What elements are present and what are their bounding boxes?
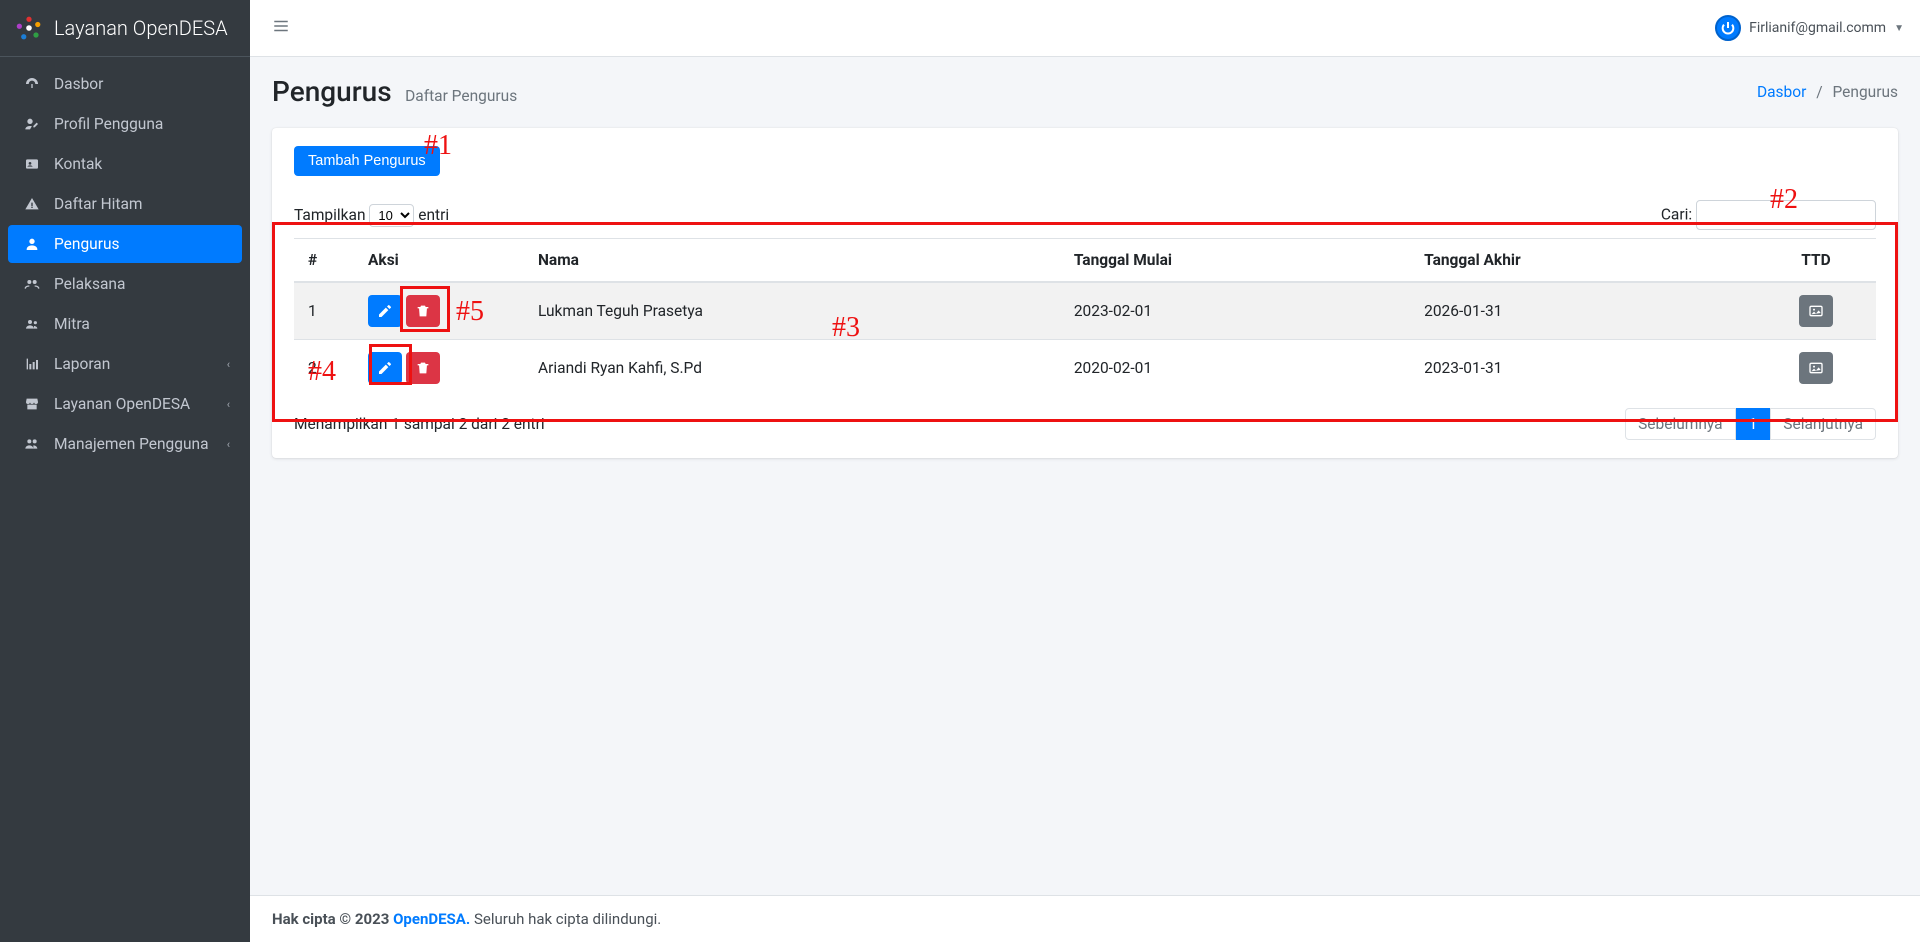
col-[interactable]: # [294, 239, 354, 283]
col-aksi[interactable]: Aksi [354, 239, 524, 283]
sidebar-item-label: Pelaksana [54, 275, 125, 293]
cell-ttd [1756, 282, 1876, 340]
brand-name: Layanan OpenDESA [54, 16, 228, 40]
brand[interactable]: Layanan OpenDESA [0, 0, 250, 57]
sidebar-item-label: Layanan OpenDESA [54, 395, 190, 413]
sidebar-item-label: Manajemen Pengguna [54, 435, 209, 453]
length-control: Tampilkan 10 entri [294, 204, 449, 227]
col-tanggalmulai[interactable]: Tanggal Mulai [1060, 239, 1410, 283]
table-row: 1 Lukman Teguh Prasetya2023-02-012026-01-… [294, 282, 1876, 340]
length-prefix: Tampilkan [294, 206, 366, 224]
pengurus-table: #AksiNamaTanggal MulaiTanggal AkhirTTD 1… [294, 238, 1876, 396]
store-icon [20, 396, 44, 412]
menu-toggle-icon[interactable] [266, 11, 296, 45]
length-suffix: entri [418, 206, 449, 224]
page-prev[interactable]: Sebelumnya [1625, 408, 1735, 440]
sidebar-item-label: Pengurus [54, 235, 120, 253]
page-title: Pengurus [272, 75, 392, 108]
footer-brand-link[interactable]: OpenDESA. [393, 910, 470, 928]
breadcrumb-root[interactable]: Dasbor [1757, 83, 1806, 101]
sidebar-item-manajemen-pengguna[interactable]: Manajemen Pengguna ‹ [8, 425, 242, 463]
cell-akhir: 2026-01-31 [1410, 282, 1756, 340]
sidebar-item-dasbor[interactable]: Dasbor [8, 65, 242, 103]
chart-icon [20, 356, 44, 372]
breadcrumb: Dasbor / Pengurus [1757, 83, 1898, 101]
sidebar-item-label: Daftar Hitam [54, 195, 143, 213]
search-control: Cari: [1661, 200, 1876, 230]
sidebar-item-profil-pengguna[interactable]: Profil Pengguna [8, 105, 242, 143]
warning-icon [20, 196, 44, 212]
cell-ttd [1756, 340, 1876, 397]
edit-button[interactable] [368, 352, 402, 384]
sidebar-item-label: Mitra [54, 315, 90, 333]
delete-button[interactable] [406, 352, 440, 384]
search-label: Cari: [1661, 206, 1692, 224]
cell-mulai: 2023-02-01 [1060, 282, 1410, 340]
cell-aksi [354, 340, 524, 397]
card-pengurus: Tambah Pengurus Tampilkan 10 entri Cari:… [272, 128, 1898, 458]
table-row: 2 Ariandi Ryan Kahfi, S.Pd2020-02-012023-… [294, 340, 1876, 397]
sidebar-item-layanan-opendesa[interactable]: Layanan OpenDESA ‹ [8, 385, 242, 423]
table-info: Menampilkan 1 sampai 2 dari 2 entri [294, 415, 545, 433]
cell-mulai: 2020-02-01 [1060, 340, 1410, 397]
cell-akhir: 2023-01-31 [1410, 340, 1756, 397]
group-icon [20, 276, 44, 292]
sidebar-item-label: Laporan [54, 355, 110, 373]
sidebar-item-daftar-hitam[interactable]: Daftar Hitam [8, 185, 242, 223]
dashboard-icon [20, 76, 44, 92]
col-tanggalakhir[interactable]: Tanggal Akhir [1410, 239, 1756, 283]
ttd-image-button[interactable] [1799, 295, 1833, 327]
chevron-left-icon: ‹ [227, 398, 230, 411]
add-pengurus-button[interactable]: Tambah Pengurus [294, 146, 440, 176]
user-menu[interactable]: Firlianif@gmail.comm ▼ [1715, 15, 1904, 41]
sidebar-item-pelaksana[interactable]: Pelaksana [8, 265, 242, 303]
cell-no: 2 [294, 340, 354, 397]
col-nama[interactable]: Nama [524, 239, 1060, 283]
user-icon [20, 236, 44, 252]
sidebar-item-mitra[interactable]: Mitra [8, 305, 242, 343]
user-email: Firlianif@gmail.comm [1749, 20, 1886, 36]
cell-nama: Lukman Teguh Prasetya [524, 282, 1060, 340]
footer-copy: Hak cipta © 2023 [272, 910, 393, 928]
sidebar-item-label: Dasbor [54, 75, 103, 93]
chevron-left-icon: ‹ [227, 358, 230, 371]
col-ttd[interactable]: TTD [1756, 239, 1876, 283]
sidebar-item-pengurus[interactable]: Pengurus [8, 225, 242, 263]
delete-button[interactable] [406, 295, 440, 327]
topbar: Firlianif@gmail.comm ▼ [250, 0, 1920, 57]
pagination: Sebelumnya 1 Selanjutnya [1625, 408, 1876, 440]
sidebar-item-label: Kontak [54, 155, 102, 173]
content-header: Pengurus Daftar Pengurus Dasbor / Pengur… [250, 57, 1920, 116]
footer: Hak cipta © 2023 OpenDESA. Seluruh hak c… [250, 895, 1920, 942]
page-next[interactable]: Selanjutnya [1770, 408, 1876, 440]
page-subtitle: Daftar Pengurus [405, 87, 517, 105]
people-icon [20, 436, 44, 452]
breadcrumb-current: Pengurus [1832, 83, 1898, 101]
caret-down-icon: ▼ [1894, 23, 1904, 34]
sidebar-item-label: Profil Pengguna [54, 115, 163, 133]
cell-no: 1 [294, 282, 354, 340]
length-select[interactable]: 10 [369, 204, 414, 227]
ttd-image-button[interactable] [1799, 352, 1833, 384]
cell-aksi [354, 282, 524, 340]
sidebar: Layanan OpenDESA Dasbor Profil Pengguna Ko… [0, 0, 250, 942]
search-input[interactable] [1696, 200, 1876, 230]
brand-logo-icon [14, 13, 44, 43]
cell-nama: Ariandi Ryan Kahfi, S.Pd [524, 340, 1060, 397]
power-icon [1715, 15, 1741, 41]
page-1[interactable]: 1 [1736, 408, 1771, 440]
edit-button[interactable] [368, 295, 402, 327]
users-icon [20, 316, 44, 332]
contact-icon [20, 156, 44, 172]
sidebar-item-laporan[interactable]: Laporan ‹ [8, 345, 242, 383]
chevron-left-icon: ‹ [227, 438, 230, 451]
user-edit-icon [20, 116, 44, 132]
footer-suffix: Seluruh hak cipta dilindungi. [474, 910, 661, 928]
sidebar-item-kontak[interactable]: Kontak [8, 145, 242, 183]
